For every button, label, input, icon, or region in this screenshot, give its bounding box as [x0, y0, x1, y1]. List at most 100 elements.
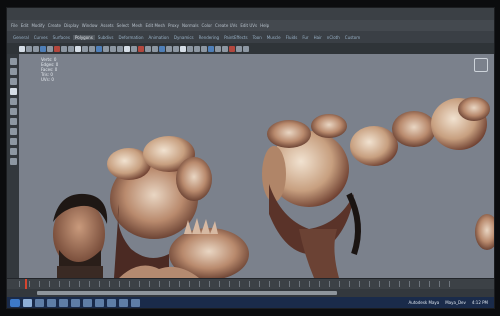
shelf-tool-icon[interactable] [124, 45, 130, 52]
time-slider[interactable] [7, 278, 494, 289]
shelf-tool-icon[interactable] [82, 45, 88, 52]
taskbar-app-button[interactable] [23, 298, 32, 307]
tab-animation[interactable]: Animation [147, 35, 171, 40]
taskbar-app-button[interactable] [131, 298, 140, 307]
taskbar-app-button[interactable] [107, 298, 116, 307]
tab-polygons[interactable]: Polygons [72, 34, 95, 40]
shelf-tool-icon[interactable] [47, 45, 53, 52]
menu-item-modify[interactable]: Modify [31, 23, 44, 28]
tab-muscle[interactable]: Muscle [265, 35, 283, 40]
layout-persp-icon[interactable] [9, 148, 17, 155]
layout-four-icon[interactable] [9, 138, 17, 145]
shelf-tool-icon[interactable] [26, 45, 32, 52]
shelf-tool-icon[interactable] [33, 45, 39, 52]
menu-item-edit[interactable]: Edit [21, 23, 29, 28]
shelf-tool-icon[interactable] [152, 45, 158, 52]
tab-fur[interactable]: Fur [300, 35, 310, 40]
tab-fluids[interactable]: Fluids [284, 35, 300, 40]
shelf-tool-icon[interactable] [201, 45, 207, 52]
reference-human-head [53, 193, 108, 278]
taskbar-app-button[interactable] [83, 298, 92, 307]
shelf-tool-icon[interactable] [19, 45, 25, 52]
playhead[interactable] [25, 279, 27, 289]
shelf-tool-icon[interactable] [54, 45, 60, 52]
creature-model-right [350, 97, 494, 250]
taskbar-app-button[interactable] [71, 298, 80, 307]
taskbar-app-button[interactable] [35, 298, 44, 307]
menu-item-display[interactable]: Display [64, 23, 79, 28]
tab-deformation[interactable]: Deformation [117, 35, 146, 40]
tab-hair[interactable]: Hair [312, 35, 324, 40]
application-window: File Edit Modify Create Display Window Assets S… [6, 7, 495, 309]
tab-painteffects[interactable]: PaintEffects [222, 35, 250, 40]
view-cube-icon[interactable] [474, 58, 488, 72]
shelf-toolbar [7, 43, 494, 54]
last-tool-icon[interactable] [9, 118, 17, 125]
tray-app: Autodesk Maya [408, 300, 440, 305]
lasso-tool-icon[interactable] [9, 68, 17, 75]
shelf-tool-icon[interactable] [194, 45, 200, 52]
shelf-tool-icon[interactable] [117, 45, 123, 52]
paint-select-icon[interactable] [9, 78, 17, 85]
menu-item-file[interactable]: File [11, 23, 18, 28]
shelf-tool-icon[interactable] [236, 45, 242, 52]
move-tool-icon[interactable] [9, 88, 17, 95]
menu-item-select[interactable]: Select [117, 23, 129, 28]
3d-viewport[interactable]: Verts: 0 Edges: 0 Faces: 0 Tris: 0 UVs: 0 [19, 54, 494, 278]
shelf-tool-icon[interactable] [61, 45, 67, 52]
tab-subdivs[interactable]: Subdivs [96, 35, 116, 40]
menu-item-window[interactable]: Window [82, 23, 98, 28]
shelf-tool-icon[interactable] [222, 45, 228, 52]
range-slider[interactable] [7, 289, 494, 297]
select-tool-icon[interactable] [9, 58, 17, 65]
scale-tool-icon[interactable] [9, 108, 17, 115]
shelf-tool-icon[interactable] [131, 45, 137, 52]
start-button[interactable] [10, 298, 20, 307]
taskbar-app-button[interactable] [47, 298, 56, 307]
shelf-tool-icon[interactable] [243, 45, 249, 52]
title-bar [7, 8, 494, 20]
shelf-tool-icon[interactable] [229, 45, 235, 52]
menu-item-edit-mesh[interactable]: Edit Mesh [145, 23, 165, 28]
menu-item-edit-uvs[interactable]: Edit UVs [240, 23, 257, 28]
shelf-tool-icon[interactable] [75, 45, 81, 52]
shelf-tool-icon[interactable] [173, 45, 179, 52]
rotate-tool-icon[interactable] [9, 98, 17, 105]
menu-item-proxy[interactable]: Proxy [168, 23, 179, 28]
shelf-tool-icon[interactable] [180, 45, 186, 52]
shelf-tool-icon[interactable] [89, 45, 95, 52]
tab-custom[interactable]: Custom [343, 35, 362, 40]
menu-item-assets[interactable]: Assets [101, 23, 114, 28]
tab-ncloth[interactable]: nCloth [325, 35, 342, 40]
menu-item-color[interactable]: Color [202, 23, 212, 28]
taskbar-app-button[interactable] [95, 298, 104, 307]
tab-rendering[interactable]: Rendering [197, 35, 221, 40]
layout-single-icon[interactable] [9, 128, 17, 135]
shelf-tool-icon[interactable] [187, 45, 193, 52]
shelf-tool-icon[interactable] [138, 45, 144, 52]
shelf-tool-icon[interactable] [68, 45, 74, 52]
shelf-tool-icon[interactable] [103, 45, 109, 52]
outliner-icon[interactable] [9, 158, 17, 165]
tab-dynamics[interactable]: Dynamics [172, 35, 196, 40]
taskbar-app-button[interactable] [119, 298, 128, 307]
menu-item-mesh[interactable]: Mesh [132, 23, 143, 28]
tab-toon[interactable]: Toon [251, 35, 264, 40]
shelf-tool-icon[interactable] [215, 45, 221, 52]
shelf-tool-icon[interactable] [166, 45, 172, 52]
menu-item-normals[interactable]: Normals [182, 23, 199, 28]
tab-curves[interactable]: Curves [32, 35, 50, 40]
shelf-tool-icon[interactable] [40, 45, 46, 52]
tab-surfaces[interactable]: Surfaces [51, 35, 72, 40]
menu-item-help[interactable]: Help [260, 23, 269, 28]
range-slider-bar[interactable] [37, 291, 337, 295]
shelf-tool-icon[interactable] [145, 45, 151, 52]
taskbar-app-button[interactable] [59, 298, 68, 307]
shelf-tool-icon[interactable] [159, 45, 165, 52]
shelf-tool-icon[interactable] [110, 45, 116, 52]
menu-item-create-uvs[interactable]: Create UVs [215, 23, 237, 28]
tab-general[interactable]: General [11, 35, 31, 40]
menu-item-create[interactable]: Create [48, 23, 61, 28]
shelf-tool-icon[interactable] [208, 45, 214, 52]
shelf-tool-icon[interactable] [96, 45, 102, 52]
